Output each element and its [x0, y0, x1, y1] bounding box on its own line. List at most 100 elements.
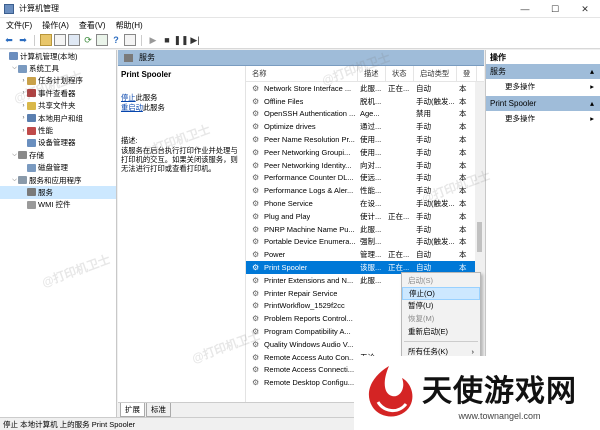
menu-file[interactable]: 文件(F) [6, 20, 32, 31]
menu-action[interactable]: 操作(A) [42, 20, 69, 31]
show-hide-tree-icon[interactable] [54, 34, 66, 46]
column-status[interactable]: 状态 [386, 66, 414, 82]
service-gear-icon: ⚙ [252, 288, 259, 298]
service-gear-icon: ⚙ [252, 199, 259, 209]
service-row[interactable]: ⚙ Phone Service 在设... 手动(触发... 本 [246, 197, 484, 210]
tree-node-icon [27, 163, 36, 172]
column-startup-type[interactable]: 启动类型 [414, 66, 457, 82]
actions-group-print-spooler[interactable]: Print Spooler ▴ [486, 96, 600, 111]
service-startup-cell: 手动 [416, 160, 431, 170]
service-logon-cell: 本 [459, 135, 467, 145]
restart-service-icon[interactable]: ▶| [189, 34, 201, 46]
scrollbar-thumb[interactable] [477, 222, 482, 252]
service-startup-cell: 手动 [416, 135, 431, 145]
service-row[interactable]: ⚙ Offline Files 脱机... 手动(触发... 本 [246, 95, 484, 108]
properties-icon[interactable] [68, 34, 80, 46]
tree-node[interactable]: 服务 [0, 186, 116, 199]
services-gear-icon [124, 53, 133, 62]
minimize-button[interactable]: — [510, 0, 540, 18]
service-gear-icon: ⚙ [252, 224, 259, 234]
tree-node-label: 共享文件夹 [38, 101, 76, 111]
menu-help[interactable]: 帮助(H) [116, 20, 143, 31]
service-startup-cell: 手动 [416, 211, 431, 221]
service-startup-cell: 手动(触发... [416, 237, 455, 247]
service-description-cell: 通过... [360, 122, 382, 132]
tree-node[interactable]: WMI 控件 [0, 199, 116, 211]
tree-node[interactable]: › 本地用户和组 [0, 112, 116, 124]
tree-node[interactable]: ⌵ 服务和应用程序 [0, 174, 116, 186]
tree-node-icon [27, 138, 36, 147]
service-startup-cell: 手动 [416, 122, 431, 132]
expand-arrow-icon[interactable]: › [20, 115, 27, 121]
tab-standard[interactable]: 标准 [146, 403, 171, 417]
tree-node[interactable]: 计算机管理(本地) [0, 50, 116, 62]
context-menu-item: 恢复(M) [402, 312, 480, 325]
service-row[interactable]: ⚙ Peer Name Resolution Pr... 使用... 手动 本 [246, 133, 484, 146]
service-name: PrintWorkflow_1529f2cc [264, 301, 345, 311]
service-logon-cell: 本 [459, 224, 467, 234]
expand-arrow-icon[interactable]: ⌵ [11, 65, 18, 72]
tree-node-icon [18, 176, 27, 185]
service-gear-icon: ⚙ [252, 147, 259, 157]
service-row[interactable]: ⚙ Power 管理... 正在... 自动 本 [246, 248, 484, 261]
refresh-icon[interactable]: ⟳ [82, 34, 94, 46]
service-gear-icon: ⚙ [252, 237, 259, 247]
maximize-button[interactable]: ☐ [540, 0, 570, 18]
more-actions-print-spooler[interactable]: 更多操作 ▸ [486, 112, 600, 125]
expand-arrow-icon[interactable]: › [20, 78, 27, 84]
service-name-cell: ⚙ Print Spooler [246, 263, 358, 272]
up-folder-icon[interactable] [40, 34, 52, 46]
tree-node[interactable]: › 性能 [0, 124, 116, 136]
stop-service-icon[interactable]: ■ [161, 34, 173, 46]
service-row[interactable]: ⚙ Peer Networking Identity... 向对... 手动 本 [246, 159, 484, 172]
tree-node[interactable]: 设备管理器 [0, 137, 116, 149]
service-row[interactable]: ⚙ Network Store Interface ... 此服... 正在... 自动… [246, 82, 484, 95]
more-actions-services[interactable]: 更多操作 ▸ [486, 80, 600, 93]
mmc-pane-icon[interactable] [124, 34, 136, 46]
context-menu-item[interactable]: 暂停(U) [402, 300, 480, 313]
expand-arrow-icon[interactable]: › [20, 128, 27, 134]
service-row[interactable]: ⚙ OpenSSH Authentication ... Age... 禁用 本 [246, 108, 484, 121]
restart-service-link[interactable]: 重启动 [121, 103, 143, 112]
context-menu-item: 启动(S) [402, 274, 480, 287]
service-name: Portable Device Enumera... [264, 237, 356, 247]
service-name-cell: ⚙ Peer Name Resolution Pr... [246, 135, 358, 144]
service-name-cell: ⚙ Performance Logs & Aler... [246, 186, 358, 195]
expand-arrow-icon[interactable]: ⌵ [11, 177, 18, 184]
service-row[interactable]: ⚙ Plug and Play 使计... 正在... 手动 本 [246, 210, 484, 223]
start-service-icon[interactable]: ▶ [147, 34, 159, 46]
tree-node-label: 性能 [38, 126, 53, 136]
close-button[interactable]: ✕ [570, 0, 600, 18]
service-row[interactable]: ⚙ Peer Networking Groupi... 使用... 手动 本 [246, 146, 484, 159]
service-description-cell: 性能... [360, 186, 382, 196]
export-list-icon[interactable] [96, 34, 108, 46]
context-menu-item[interactable]: 重新启动(E) [402, 325, 480, 338]
tree-node[interactable]: ⌵ 存储 [0, 149, 116, 161]
pause-service-icon[interactable]: ❚❚ [173, 34, 188, 46]
menu-view[interactable]: 查看(V) [79, 20, 106, 31]
tab-extended[interactable]: 扩展 [120, 403, 145, 417]
service-row[interactable]: ⚙ Portable Device Enumera... 强制... 手动(触发...… [246, 236, 484, 249]
tree-node-label: 服务和应用程序 [29, 175, 82, 185]
service-gear-icon: ⚙ [252, 275, 259, 285]
forward-arrow-icon[interactable]: ➡ [17, 34, 29, 46]
title-bar: 计算机管理 — ☐ ✕ [0, 0, 600, 18]
stop-service-link[interactable]: 停止 [121, 93, 136, 102]
service-name-cell: ⚙ Printer Extensions and N... [246, 276, 358, 285]
collapse-up-icon: ▴ [589, 99, 594, 108]
back-arrow-icon[interactable]: ⬅ [3, 34, 15, 46]
expand-arrow-icon[interactable]: ⌵ [11, 152, 18, 159]
tree-node[interactable]: 磁盘管理 [0, 162, 116, 174]
service-logon-cell: 本 [459, 122, 467, 132]
service-name: Print Spooler [264, 263, 308, 273]
context-menu-item[interactable]: 停止(O) [402, 286, 480, 300]
service-row[interactable]: ⚙ Optimize drives 通过... 手动 本 [246, 120, 484, 133]
service-name-cell: ⚙ Portable Device Enumera... [246, 237, 358, 246]
help-icon[interactable]: ? [110, 34, 122, 46]
tree-node-label: 本地用户和组 [38, 113, 83, 123]
actions-group-services[interactable]: 服务 ▴ [486, 64, 600, 79]
service-row[interactable]: ⚙ PNRP Machine Name Pu... 此服... 手动 本 [246, 223, 484, 236]
service-name-cell: ⚙ Network Store Interface ... [246, 84, 358, 93]
service-gear-icon: ⚙ [252, 186, 259, 196]
column-logon[interactable]: 登 [457, 66, 477, 82]
